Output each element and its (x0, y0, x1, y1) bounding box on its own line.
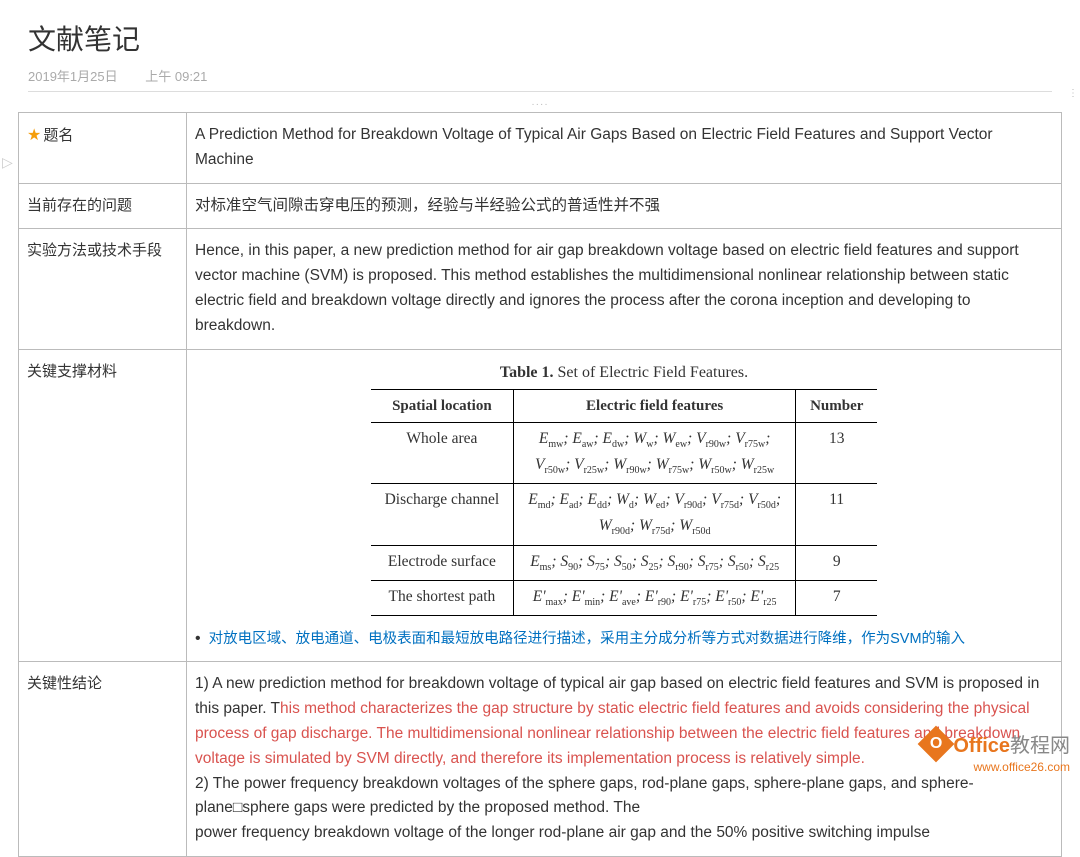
table-row: 关键性结论 1) A new prediction method for bre… (19, 662, 1062, 857)
table-row: 实验方法或技术手段 Hence, in this paper, a new pr… (19, 229, 1062, 349)
cell-features: Ems; S90; S75; S50; S25; Sr90; Sr75; Sr5… (514, 545, 796, 580)
electric-field-table: Spatial location Electric field features… (371, 389, 878, 616)
cell-features: Emd; Ead; Edd; Wd; Wed; Vr90d; Vr75d; Vr… (514, 484, 796, 545)
page-meta: 2019年1月25日 上午 09:21 (28, 66, 1052, 92)
meta-date: 2019年1月25日 (28, 69, 118, 84)
page-header: 文献笔记 2019年1月25日 上午 09:21 (0, 0, 1080, 98)
th-number: Number (796, 390, 878, 423)
cell-loc: Electrode surface (371, 545, 514, 580)
table-row: ★题名 A Prediction Method for Breakdown Vo… (19, 113, 1062, 184)
star-icon: ★ (27, 127, 41, 144)
inner-table-caption: Table 1. Set of Electric Field Features. (209, 360, 1039, 386)
row-value-title: A Prediction Method for Breakdown Voltag… (187, 113, 1062, 184)
cell-num: 9 (796, 545, 878, 580)
cell-num: 7 (796, 580, 878, 615)
th-features: Electric field features (514, 390, 796, 423)
cell-loc: Discharge channel (371, 484, 514, 545)
cell-num: 11 (796, 484, 878, 545)
meta-time: 上午 09:21 (145, 69, 207, 84)
note-table: ★题名 A Prediction Method for Breakdown Vo… (18, 112, 1062, 857)
th-location: Spatial location (371, 390, 514, 423)
row-value-problem: 对标准空气间隙击穿电压的预测，经验与半经验公式的普适性并不强 (187, 183, 1062, 229)
bullet-icon: • (195, 630, 201, 647)
row-label-material: 关键支撑材料 (19, 349, 187, 662)
table-row: 当前存在的问题 对标准空气间隙击穿电压的预测，经验与半经验公式的普适性并不强 (19, 183, 1062, 229)
cell-features: Emw; Eaw; Edw; Ww; Wew; Vr90w; Vr75w;Vr5… (514, 423, 796, 484)
row-label-problem: 当前存在的问题 (19, 183, 187, 229)
highlighted-text: his method characterizes the gap structu… (195, 700, 1030, 767)
table-row: 关键支撑材料 Table 1. Set of Electric Field Fe… (19, 349, 1062, 662)
watermark-brand: Office教程网 (953, 729, 1070, 758)
material-note: • 对放电区域、放电通道、电极表面和最短放电路径进行描述，采用主分成分析等方式对… (195, 626, 1053, 652)
row-label-conclusion: 关键性结论 (19, 662, 187, 857)
row-value-material: Table 1. Set of Electric Field Features.… (187, 349, 1062, 662)
left-handle-icon[interactable]: ▷ (2, 154, 13, 171)
divider-dots: ···· (0, 98, 1080, 112)
right-handle-icon[interactable]: ⋮ (1068, 88, 1078, 99)
cell-loc: The shortest path (371, 580, 514, 615)
watermark-icon: O (918, 725, 955, 762)
row-label-title: ★题名 (19, 113, 187, 184)
row-label-method: 实验方法或技术手段 (19, 229, 187, 349)
watermark: O Office教程网 www.office26.com (923, 729, 1070, 774)
watermark-url: www.office26.com (923, 760, 1070, 774)
cell-num: 13 (796, 423, 878, 484)
watermark-logo: O Office教程网 (923, 729, 1070, 758)
cell-loc: Whole area (371, 423, 514, 484)
cell-features: E'max; E'min; E'ave; E'r90; E'r75; E'r50… (514, 580, 796, 615)
page-title: 文献笔记 (28, 18, 1052, 58)
row-value-method: Hence, in this paper, a new prediction m… (187, 229, 1062, 349)
